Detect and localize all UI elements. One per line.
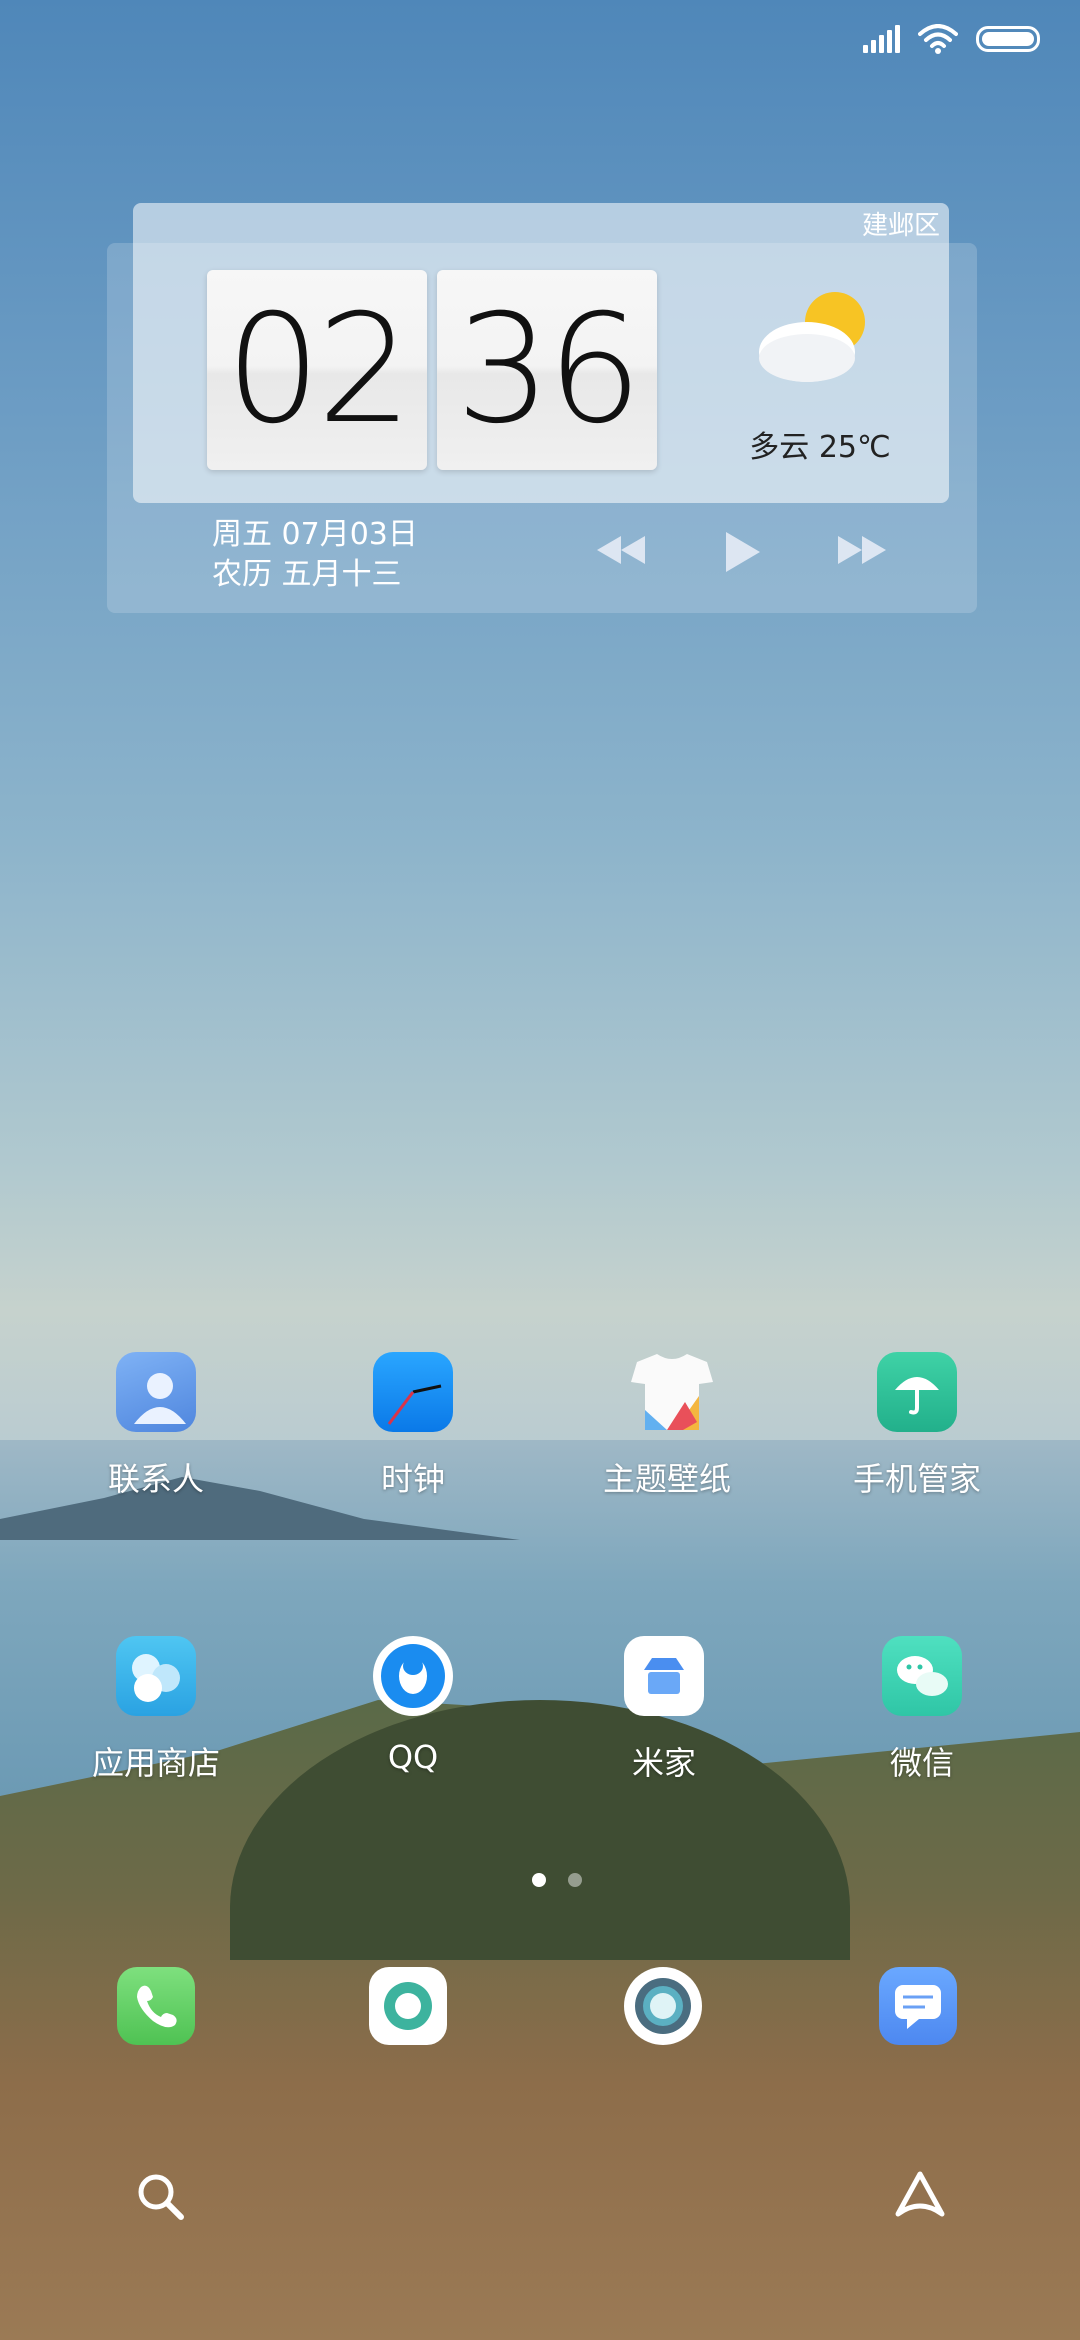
- app-security[interactable]: 手机管家: [817, 1352, 1017, 1500]
- assistant-icon[interactable]: [892, 2168, 948, 2224]
- app-label: QQ: [387, 1738, 439, 1776]
- signal-icon: [863, 25, 900, 53]
- status-bar: [863, 24, 1040, 54]
- messages-icon[interactable]: [879, 1967, 957, 2045]
- app-mijia[interactable]: 米家: [564, 1636, 764, 1784]
- date-text: 周五 07月03日: [212, 517, 418, 552]
- app-label: 微信: [889, 1744, 954, 1782]
- wifi-icon: [918, 24, 958, 54]
- page-dot-active: [532, 1873, 546, 1887]
- date-info: 周五 07月03日 农历 五月十三: [212, 515, 418, 595]
- security-icon: [877, 1352, 957, 1432]
- browser-icon[interactable]: [369, 1967, 447, 2045]
- app-label: 主题壁纸: [602, 1460, 731, 1498]
- page-dot: [568, 1873, 582, 1887]
- app-themes[interactable]: 主题壁纸: [567, 1352, 767, 1500]
- app-label: 联系人: [107, 1460, 204, 1498]
- lunar-date-text: 农历 五月十三: [212, 557, 402, 592]
- rewind-icon[interactable]: [593, 530, 649, 570]
- contacts-icon: [116, 1352, 196, 1432]
- app-label: 米家: [631, 1744, 696, 1782]
- app-label: 手机管家: [852, 1460, 981, 1498]
- mijia-icon: [624, 1636, 704, 1716]
- camera-icon[interactable]: [624, 1967, 702, 2045]
- app-wechat[interactable]: 微信: [822, 1636, 1022, 1784]
- page-indicator[interactable]: [532, 1873, 582, 1887]
- clock-minute[interactable]: 36: [437, 270, 657, 470]
- phone-icon[interactable]: [117, 1967, 195, 2045]
- clock-hour[interactable]: 02: [207, 270, 427, 470]
- wechat-icon: [882, 1636, 962, 1716]
- app-label: 应用商店: [91, 1744, 220, 1782]
- fast-forward-icon[interactable]: [834, 530, 890, 570]
- app-store[interactable]: 应用商店: [56, 1636, 256, 1784]
- qq-icon: [373, 1636, 453, 1716]
- app-qq[interactable]: QQ: [313, 1636, 513, 1776]
- themes-icon: [627, 1352, 713, 1432]
- play-icon[interactable]: [720, 530, 764, 574]
- search-icon[interactable]: [134, 2170, 186, 2222]
- battery-icon: [976, 26, 1040, 52]
- app-store-icon: [116, 1636, 196, 1716]
- weather-text[interactable]: 多云 25℃: [730, 422, 910, 466]
- app-label: 时钟: [380, 1460, 445, 1498]
- partly-cloudy-icon[interactable]: [755, 290, 875, 390]
- app-contacts[interactable]: 联系人: [56, 1352, 256, 1500]
- clock-icon: [373, 1352, 453, 1432]
- app-clock[interactable]: 时钟: [313, 1352, 513, 1500]
- location-label: 建邺区: [861, 211, 940, 241]
